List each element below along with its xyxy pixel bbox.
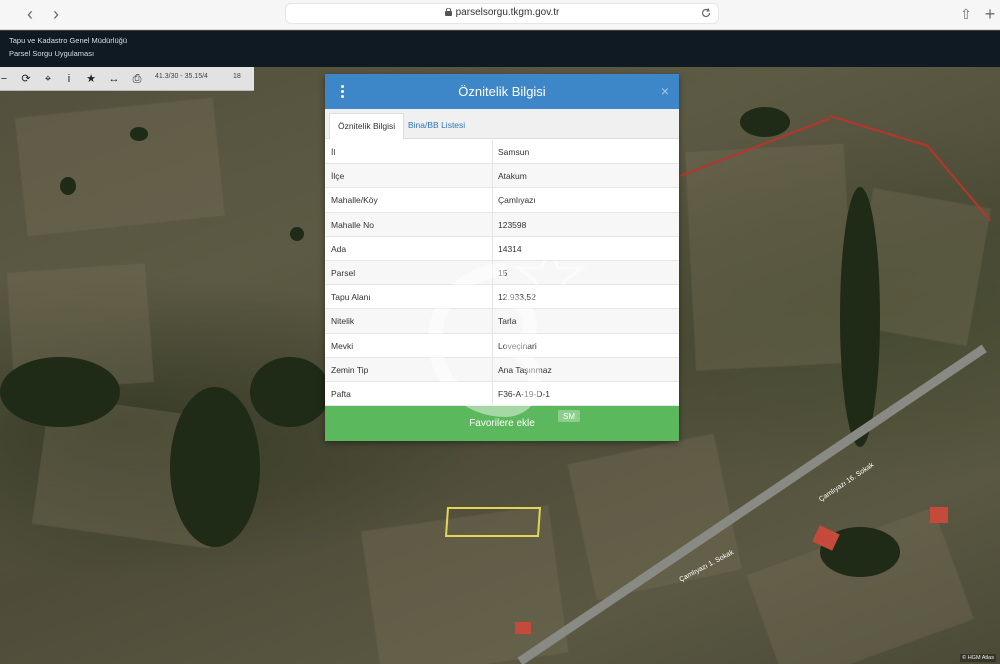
attribute-key: Zemin Tip — [331, 364, 369, 375]
zoom-out-button[interactable]: − — [0, 71, 12, 87]
street-label: Çamlıyazı 16. Sokak — [818, 461, 876, 504]
table-row: Ada 14314 — [325, 236, 679, 261]
attribute-value: Tarla — [498, 316, 517, 327]
new-tab-button[interactable]: + — [980, 4, 1000, 24]
address-bar[interactable]: parselsorgu.tkgm.gov.tr — [285, 3, 719, 24]
attribute-key: Pafta — [331, 388, 351, 399]
attribute-key: Tapu Alanı — [331, 292, 371, 303]
coordinate-readout: 41.3/30 - 35.15/4 — [155, 73, 208, 80]
table-row: Pafta F36-A-19-D-1 — [325, 381, 679, 407]
attribute-key: Ada — [331, 243, 347, 254]
dialog-title: Öznitelik Bilgisi — [458, 84, 546, 99]
attribute-key: Mahalle No — [331, 219, 374, 230]
attribute-value: 123598 — [498, 219, 527, 230]
table-row: Mahalle No 123598 — [325, 212, 679, 237]
attribute-value: 12.933,52 — [498, 292, 536, 303]
back-button[interactable]: ‹ — [20, 4, 40, 24]
favorite-star-button[interactable]: ★ — [83, 71, 99, 87]
dialog-header: Öznitelik Bilgisi × — [325, 74, 679, 109]
attribute-key: İlçe — [331, 171, 345, 182]
attribute-value: F36-A-19-D-1 — [498, 388, 550, 399]
app-header: Tapu ve Kadastro Genel Müdürlüğü Parsel … — [0, 31, 1000, 67]
lock-icon — [444, 8, 452, 16]
table-row: İlçe Atakum — [325, 164, 679, 189]
table-row: İl Samsun — [325, 140, 679, 165]
dialog-tabs: Öznitelik Bilgisi Bina/BB Listesi — [325, 109, 679, 139]
attribute-value: Çamlıyazı — [498, 195, 536, 206]
zoom-level: 18 — [233, 73, 241, 80]
attribute-value: Samsun — [498, 147, 530, 157]
close-button[interactable]: × — [661, 83, 669, 99]
selected-parcel-outline[interactable] — [444, 507, 542, 537]
table-row: Tapu Alanı 12.933,52 — [325, 285, 679, 310]
attribute-key: Nitelik — [331, 316, 355, 327]
attribute-key: İl — [331, 147, 336, 157]
table-row: Nitelik Tarla — [325, 309, 679, 334]
attribute-value: 15 — [498, 267, 508, 278]
table-row: Zemin Tip Ana Taşınmaz — [325, 357, 679, 382]
reload-icon[interactable] — [700, 7, 712, 19]
add-to-favorites-button[interactable]: Favorilere ekle — [325, 406, 679, 441]
map-toolbar: − ⟳ ⌖ i ★ ↔ ⎙ 41.3/30 - 35.15/4 18 — [0, 67, 254, 91]
table-row: Mevki Loveçinari — [325, 333, 679, 358]
app-title-line2: Parsel Sorgu Uygulaması — [9, 49, 95, 58]
map-attribution: © HGM Atlas — [960, 654, 996, 662]
print-button[interactable]: ⎙ — [129, 71, 145, 87]
url-text: parselsorgu.tkgm.gov.tr — [455, 7, 560, 18]
locate-button[interactable]: ⌖ — [40, 71, 56, 87]
table-row: Mahalle/Köy Çamlıyazı — [325, 188, 679, 213]
attribute-value: Ana Taşınmaz — [498, 364, 552, 375]
attribute-value: 14314 — [498, 243, 522, 254]
attribute-value: Loveçinari — [498, 340, 537, 351]
attribute-value: Atakum — [498, 171, 527, 182]
forward-button[interactable]: › — [46, 4, 66, 24]
attribute-key: Mahalle/Köy — [331, 195, 378, 206]
measure-button[interactable]: ↔ — [106, 71, 122, 87]
attribute-key: Mevki — [331, 340, 354, 351]
attribute-table: İl Samsun İlçe Atakum Mahalle/Köy Çamlıyazı Ma… — [325, 140, 679, 407]
info-button[interactable]: i — [61, 71, 77, 87]
tab-attribute-info[interactable]: Öznitelik Bilgisi — [329, 113, 405, 139]
attribute-info-dialog: Öznitelik Bilgisi × Öznitelik Bilgisi Bi… — [325, 74, 679, 441]
refresh-button[interactable]: ⟳ — [18, 71, 34, 87]
tab-building-list[interactable]: Bina/BB Listesi — [400, 113, 473, 139]
attribute-key: Parsel — [331, 267, 356, 278]
table-row: Parsel 15 — [325, 260, 679, 286]
app-title-line1: Tapu ve Kadastro Genel Müdürlüğü — [9, 36, 127, 45]
share-button[interactable]: ⇧ — [956, 4, 976, 24]
browser-toolbar: ‹ › parselsorgu.tkgm.gov.tr ⇧ + — [0, 0, 1000, 30]
